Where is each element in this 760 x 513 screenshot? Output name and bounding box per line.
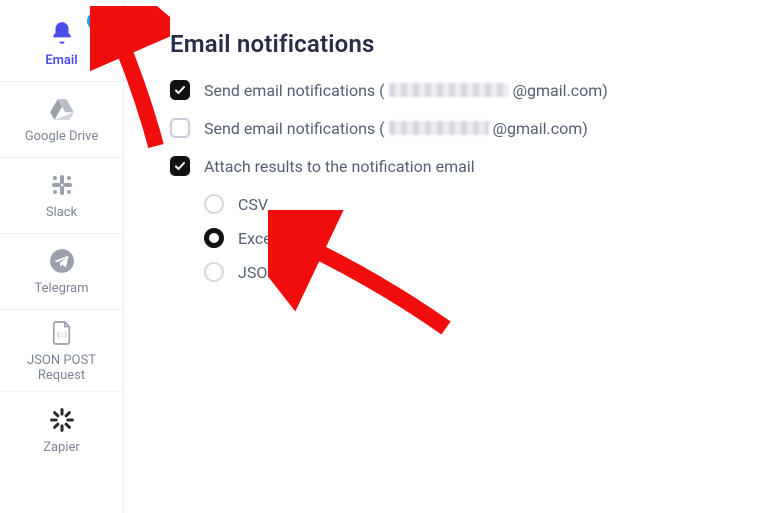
redacted-email-2 <box>389 121 489 135</box>
format-label: Excel <box>238 229 276 248</box>
send-email-label-1: Send email notifications ( @gmail.com) <box>204 81 608 100</box>
checkbox-send-2[interactable] <box>170 118 190 138</box>
radio-json[interactable] <box>204 262 224 282</box>
radio-csv[interactable] <box>204 194 224 214</box>
sidebar-item-label: Google Drive <box>25 130 98 145</box>
send-email-row-2[interactable]: Send email notifications ( @gmail.com) <box>170 118 740 138</box>
sidebar-item-zapier[interactable]: Zapier <box>0 392 123 468</box>
sidebar-item-slack[interactable]: Slack <box>0 158 123 234</box>
bell-icon <box>47 18 77 48</box>
sidebar-item-email[interactable]: Email <box>0 6 123 82</box>
label-prefix: Send email notifications ( <box>204 119 385 138</box>
format-option-excel[interactable]: Excel <box>204 228 740 248</box>
email-settings-panel: Email notifications Send email notificat… <box>124 0 760 513</box>
label-suffix: @gmail.com) <box>513 81 608 100</box>
format-label: CSV <box>238 195 268 214</box>
svg-text:{:}: {:} <box>56 330 68 338</box>
sidebar-item-google-drive[interactable]: Google Drive <box>0 82 123 158</box>
checkbox-attach[interactable] <box>170 156 190 176</box>
label-prefix: Send email notifications ( <box>204 81 385 100</box>
attach-results-label: Attach results to the notification email <box>204 157 475 176</box>
sidebar-item-label: Slack <box>46 206 77 221</box>
format-label: JSON <box>238 263 279 282</box>
file-code-icon: {:} <box>47 318 77 348</box>
attachment-format-group: CSV Excel JSON <box>204 194 740 282</box>
zapier-icon <box>47 405 77 435</box>
send-email-row-1[interactable]: Send email notifications ( @gmail.com) <box>170 80 740 100</box>
slack-icon <box>47 170 77 200</box>
sidebar-item-json-post[interactable]: {:} JSON POST Request <box>0 310 123 392</box>
attach-results-row[interactable]: Attach results to the notification email <box>170 156 740 176</box>
checkbox-send-1[interactable] <box>170 80 190 100</box>
google-drive-icon <box>47 94 77 124</box>
page-title: Email notifications <box>170 30 740 58</box>
send-email-label-2: Send email notifications ( @gmail.com) <box>204 119 588 138</box>
sidebar-item-label: Telegram <box>35 282 89 297</box>
integrations-sidebar: Email Google Drive Slack Telegram <box>0 0 124 513</box>
redacted-email-1 <box>389 83 509 97</box>
format-option-csv[interactable]: CSV <box>204 194 740 214</box>
label-suffix: @gmail.com) <box>493 119 588 138</box>
sidebar-item-label: JSON POST Request <box>27 354 96 384</box>
telegram-icon <box>47 246 77 276</box>
sidebar-item-telegram[interactable]: Telegram <box>0 234 123 310</box>
format-option-json[interactable]: JSON <box>204 262 740 282</box>
sidebar-item-label: Email <box>45 54 77 69</box>
radio-excel[interactable] <box>204 228 224 248</box>
app-root: Email Google Drive Slack Telegram <box>0 0 760 513</box>
sidebar-item-label: Zapier <box>43 441 80 456</box>
checkmark-badge-icon <box>87 12 105 30</box>
